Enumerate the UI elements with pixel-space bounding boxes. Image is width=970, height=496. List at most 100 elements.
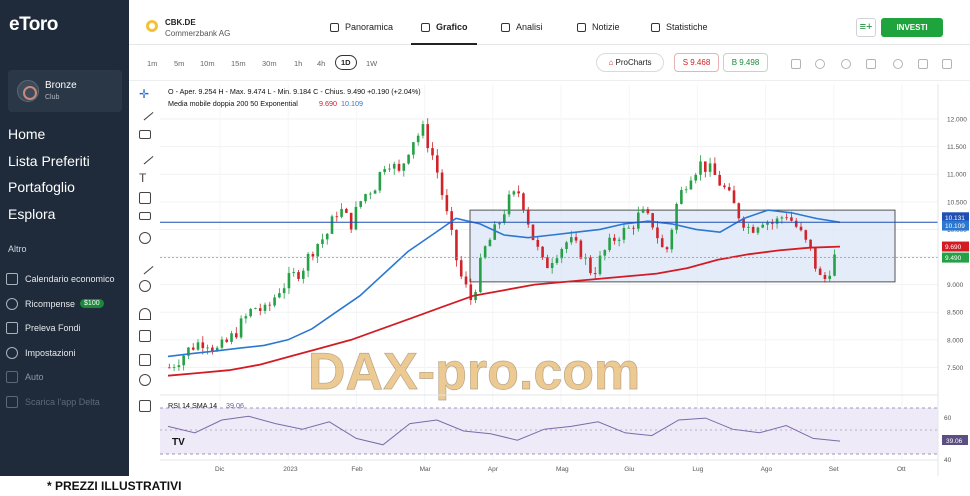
candle-body	[455, 229, 458, 261]
more-icon[interactable]	[942, 59, 952, 69]
tab-news[interactable]: Notizie	[577, 22, 620, 32]
chart-area[interactable]: 12.00011.50011.00010.50010.0009.5009.000…	[160, 84, 970, 476]
club-card[interactable]: Bronze Club	[8, 70, 122, 112]
lock-draw-icon[interactable]	[139, 330, 151, 342]
flask-icon	[501, 22, 510, 32]
nav-watchlist[interactable]: Lista Preferiti	[8, 151, 90, 178]
candle-body	[206, 347, 209, 349]
price-tick-label: 8.000	[947, 337, 964, 344]
sell-button[interactable]: S 9.468	[674, 53, 719, 72]
crosshair-icon[interactable]: ✛	[139, 88, 151, 100]
instrument-header: CBK.DE Commerzbank AG Panoramica Grafico…	[129, 0, 970, 45]
candle-body	[397, 163, 401, 171]
candle-body	[756, 227, 760, 233]
candle-body	[431, 148, 434, 156]
candle-body	[302, 270, 305, 279]
candle-body	[684, 189, 688, 191]
candle-body	[536, 239, 540, 247]
tab-overview[interactable]: Panoramica	[330, 22, 393, 32]
candle-body	[565, 242, 568, 249]
timeframe-15m[interactable]: 15m	[231, 59, 246, 68]
candle-body	[541, 246, 544, 258]
invest-button[interactable]: INVESTI	[881, 18, 943, 37]
pencil-icon[interactable]	[791, 59, 801, 69]
nav-explore[interactable]: Esplora	[8, 204, 90, 231]
text-icon[interactable]: T	[139, 172, 151, 184]
candle-body	[292, 272, 296, 274]
candle-body	[354, 206, 358, 230]
procharts-button[interactable]: ⌂ ProCharts	[596, 53, 664, 72]
emoji-icon[interactable]	[139, 232, 151, 244]
candle-body	[579, 240, 583, 259]
candle-body	[517, 191, 520, 194]
candle-body	[392, 163, 396, 169]
nav-download-app[interactable]: Scarica l'app Delta	[6, 390, 115, 415]
layout-icon[interactable]	[866, 59, 876, 69]
candle-body	[680, 190, 683, 204]
magnet-icon[interactable]	[139, 308, 151, 320]
rsi-tick-60: 60	[944, 415, 952, 422]
price-tick-label: 12.000	[947, 117, 967, 124]
candle-body	[335, 216, 339, 218]
timeframe-1w[interactable]: 1W	[366, 59, 377, 68]
nav-home[interactable]: Home	[8, 124, 90, 151]
club-sub: Club	[45, 94, 60, 101]
candle-body	[349, 212, 353, 230]
candle-body	[479, 257, 482, 293]
nav-portfolio[interactable]: Portafoglio	[8, 177, 90, 204]
nav-withdraw[interactable]: Preleva Fondi	[6, 316, 115, 341]
trash-icon[interactable]	[139, 400, 151, 412]
settings-icon[interactable]	[841, 59, 851, 69]
ohlc-legend: O - Aper. 9.254 H - Max. 9.474 L - Min. …	[168, 87, 421, 96]
indicator-icon[interactable]	[815, 59, 825, 69]
lock-icon[interactable]	[139, 354, 151, 366]
sidebar: eToro Bronze Club Home Lista Preferiti P…	[0, 0, 129, 476]
tab-analysis[interactable]: Analisi	[501, 22, 543, 32]
nav-calendar[interactable]: Calendario economico	[6, 267, 115, 292]
candle-body	[412, 142, 415, 155]
candle-body	[589, 257, 592, 274]
candle-body	[493, 224, 497, 240]
nav-settings[interactable]: Impostazioni	[6, 341, 115, 366]
fullscreen-icon[interactable]	[918, 59, 928, 69]
tradingview-logo: TV	[172, 437, 185, 448]
candle-body	[340, 208, 343, 217]
timeframe-1h[interactable]: 1h	[294, 59, 302, 68]
etoro-logo[interactable]: eToro	[9, 14, 58, 36]
nav-rewards[interactable]: Ricompense $100	[6, 292, 115, 317]
nav-auto[interactable]: Auto	[6, 365, 115, 390]
candle-body	[196, 342, 200, 350]
candle-body	[345, 208, 348, 213]
measure-icon[interactable]	[139, 212, 151, 220]
candle-body	[794, 220, 798, 227]
candle-body	[488, 239, 492, 247]
ruler-icon[interactable]	[136, 257, 154, 275]
candle-body	[258, 308, 262, 311]
timeframe-1d[interactable]: 1D	[335, 55, 357, 70]
candle-body	[670, 229, 674, 250]
tab-stats[interactable]: Statistiche	[651, 22, 708, 32]
buy-button[interactable]: B 9.498	[723, 53, 768, 72]
add-icon[interactable]	[893, 59, 903, 69]
eye-icon[interactable]	[139, 374, 151, 386]
instrument-name: Commerzbank AG	[165, 29, 231, 38]
timeframe-5m[interactable]: 5m	[174, 59, 184, 68]
timeframe-10m[interactable]: 10m	[200, 59, 215, 68]
main-nav: Home Lista Preferiti Portafoglio Esplora	[8, 124, 90, 230]
candle-body	[440, 172, 444, 196]
hlines-icon[interactable]	[139, 130, 151, 139]
timeframe-1m[interactable]: 1m	[147, 59, 157, 68]
candle-body	[254, 308, 257, 309]
brush-icon[interactable]	[136, 147, 154, 165]
tab-chart[interactable]: Grafico	[421, 22, 468, 32]
watchlist-add-button[interactable]: ≡+	[856, 18, 876, 37]
candle-body	[689, 180, 693, 190]
timeframe-4h[interactable]: 4h	[317, 59, 325, 68]
candle-body	[378, 172, 382, 191]
pattern-icon[interactable]	[139, 192, 151, 204]
price-chart[interactable]: 12.00011.50011.00010.50010.0009.5009.000…	[160, 84, 970, 476]
timeframe-30m[interactable]: 30m	[262, 59, 277, 68]
trendline-icon[interactable]	[136, 103, 154, 121]
candle-body	[641, 209, 645, 213]
zoom-icon[interactable]	[139, 280, 151, 292]
